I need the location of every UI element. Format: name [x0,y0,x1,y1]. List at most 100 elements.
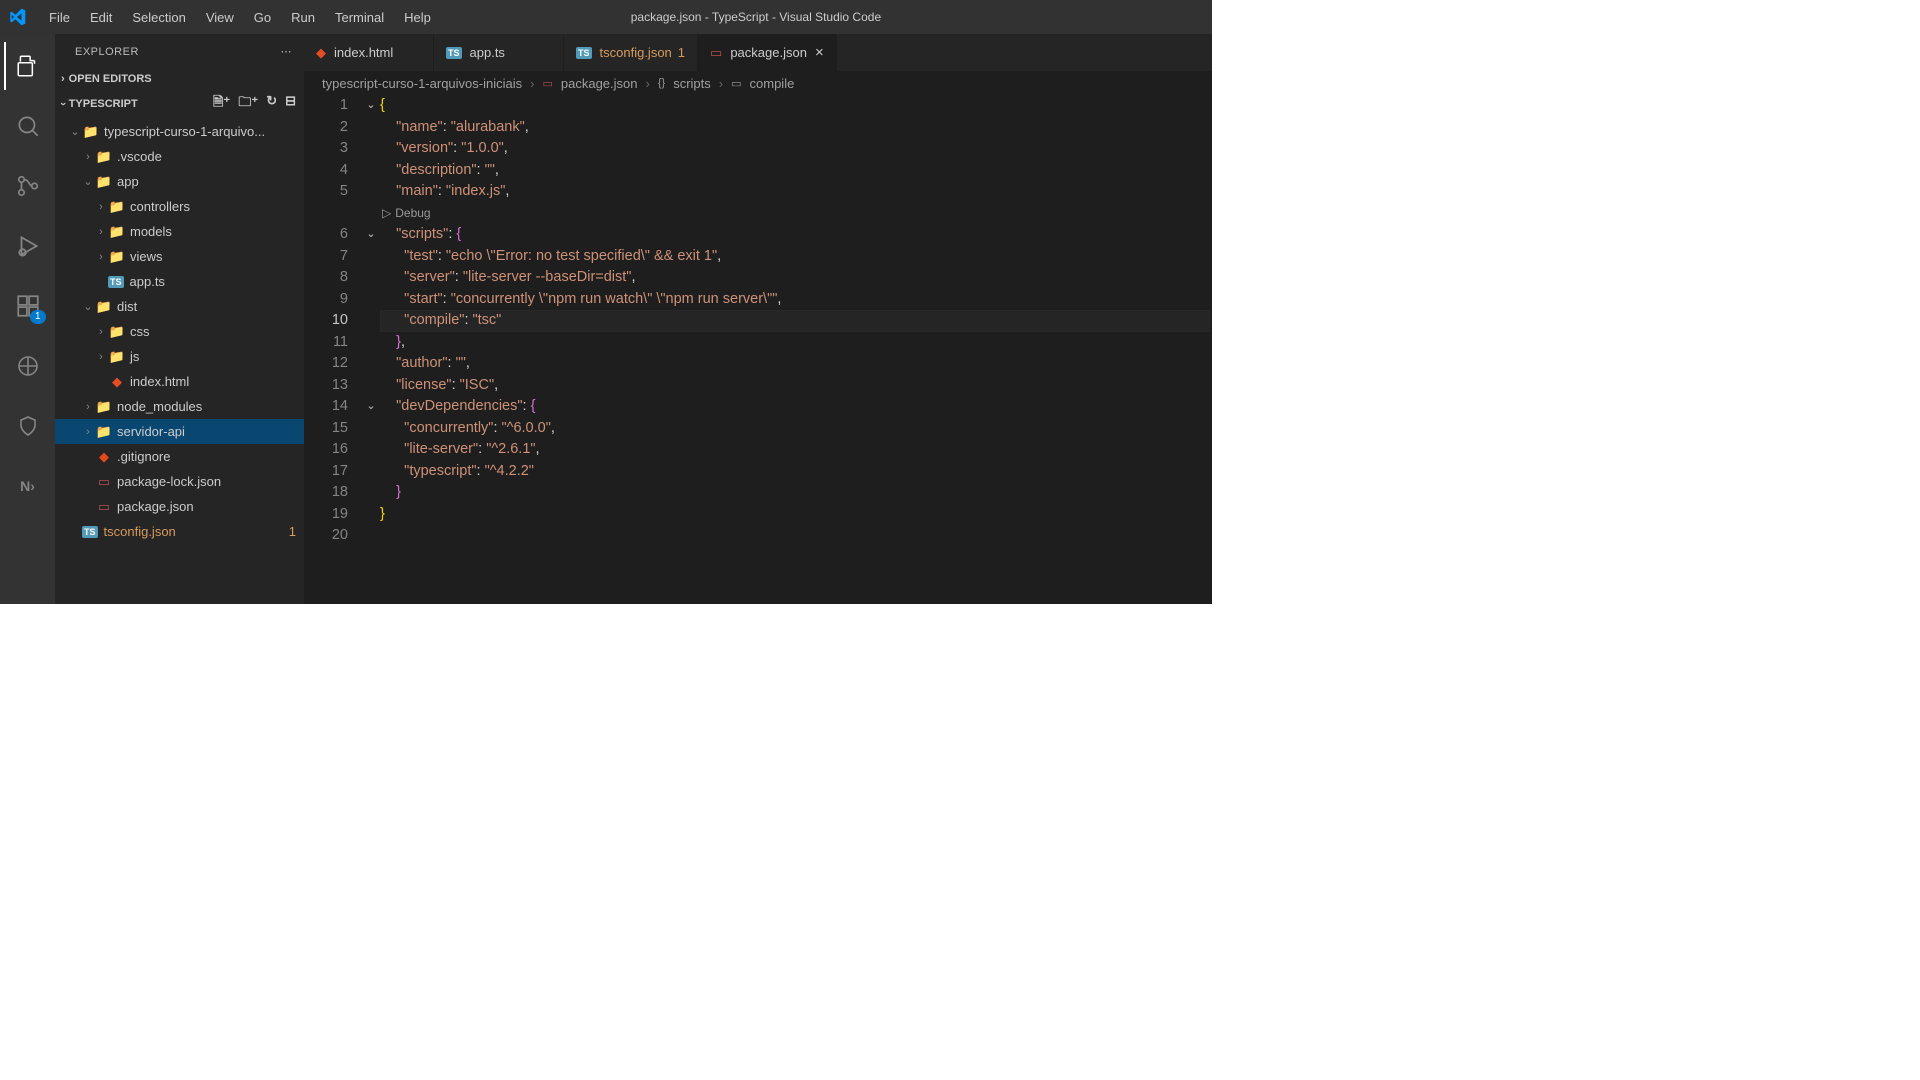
editor-tab[interactable]: ◆index.html [304,34,434,71]
line-number: 5 [304,181,348,203]
code-line[interactable]: "typescript": "^4.2.2" [380,461,1212,483]
code-line[interactable]: "compile": "tsc" [380,310,1210,332]
fold-icon[interactable]: ⌄ [362,95,380,117]
crumb-segment[interactable]: scripts [673,76,711,91]
file-icon: 📁 [95,299,113,315]
tree-item[interactable]: ⌄📁app [55,169,304,194]
tree-item[interactable]: ›📁css [55,319,304,344]
code-line[interactable]: "lite-server": "^2.6.1", [380,439,1212,461]
fold-spacer [362,267,380,289]
file-icon: 📁 [95,149,113,165]
code-line[interactable]: "devDependencies": { [380,396,1212,418]
menu-selection[interactable]: Selection [123,5,194,30]
chevron-right-icon: › [719,76,723,91]
workspace-actions: 🗎⁺ 🗀⁺ ↻ ⊟ [213,93,296,115]
tree-item[interactable]: ▭package.json [55,494,304,519]
editor-tab[interactable]: TSapp.ts [434,34,564,71]
menu-help[interactable]: Help [395,5,440,30]
tree-item[interactable]: ▭package-lock.json [55,469,304,494]
tab-label: package.json [730,45,807,60]
code-editor[interactable]: 1234567891011121314151617181920 ⌄⌄⌄ { "n… [304,95,1212,604]
run-debug-icon[interactable] [4,222,52,270]
tree-item[interactable]: ›📁models [55,219,304,244]
collapse-icon[interactable]: ⊟ [285,93,296,115]
tree-label: app.ts [130,274,165,289]
breadcrumb[interactable]: typescript-curso-1-arquivos-iniciais›▭pa… [304,71,1212,95]
tree-label: css [130,324,150,339]
code-line[interactable]: }, [380,332,1212,354]
tree-item[interactable]: TStsconfig.json1 [55,519,304,544]
open-editors-section[interactable]: › OPEN EDITORS [55,69,304,89]
close-icon[interactable]: × [815,44,824,61]
debug-codelens[interactable]: ▷Debug [380,203,1212,225]
code-line[interactable]: } [380,482,1212,504]
fold-spacer [362,117,380,139]
more-icon[interactable]: ⋯ [281,45,293,58]
code-line[interactable]: "author": "", [380,353,1212,375]
tree-item[interactable]: ⌄📁typescript-curso-1-arquivo... [55,119,304,144]
menu-edit[interactable]: Edit [81,5,121,30]
code-line[interactable]: { [380,95,1212,117]
tree-item[interactable]: TSapp.ts [55,269,304,294]
editor-tab[interactable]: TStsconfig.json1 [564,34,698,71]
chevron-right-icon: › [646,76,650,91]
code-line[interactable]: "main": "index.js", [380,181,1212,203]
search-icon[interactable] [4,102,52,150]
chevron-right-icon: › [94,201,108,213]
code-line[interactable]: "server": "lite-server --baseDir=dist", [380,267,1212,289]
crumb-segment[interactable]: typescript-curso-1-arquivos-iniciais [322,76,522,91]
modified-badge: 1 [289,524,296,539]
tree-item[interactable]: ◆.gitignore [55,444,304,469]
menu-file[interactable]: File [40,5,79,30]
code-line[interactable]: "concurrently": "^6.0.0", [380,418,1212,440]
new-folder-icon[interactable]: 🗀⁺ [238,93,258,115]
line-number: 18 [304,482,348,504]
editor-area: ◆index.htmlTSapp.tsTStsconfig.json1 ▭ pack… [304,34,1212,604]
code-line[interactable]: "test": "echo \"Error: no test specified… [380,246,1212,268]
menu-go[interactable]: Go [245,5,280,30]
tree-item[interactable]: ›📁views [55,244,304,269]
code-line[interactable]: "description": "", [380,160,1212,182]
chevron-down-icon: ⌄ [68,125,82,138]
fold-icon[interactable]: ⌄ [362,396,380,418]
fold-spacer [362,160,380,182]
tree-item[interactable]: ›📁js [55,344,304,369]
code-line[interactable]: "scripts": { [380,224,1212,246]
code-line[interactable]: "name": "alurabank", [380,117,1212,139]
code-line[interactable]: "license": "ISC", [380,375,1212,397]
menu-view[interactable]: View [197,5,243,30]
fold-icon[interactable]: ⌄ [362,224,380,246]
code-line[interactable]: "start": "concurrently \"npm run watch\"… [380,289,1212,311]
editor-tab[interactable]: ▭ package.json × [698,34,837,71]
menu-terminal[interactable]: Terminal [326,5,393,30]
code-line[interactable]: } [380,504,1212,526]
line-number: 4 [304,160,348,182]
tree-item[interactable]: ⌄📁dist [55,294,304,319]
source-control-icon[interactable] [4,162,52,210]
fold-spacer [362,181,380,203]
tab-file-icon: ▭ [710,45,722,61]
code-content[interactable]: { "name": "alurabank", "version": "1.0.0… [380,95,1212,604]
code-line[interactable]: "version": "1.0.0", [380,138,1212,160]
explorer-icon[interactable] [4,42,52,90]
fold-gutter: ⌄ ⌄ ⌄ [362,95,380,604]
nx-icon[interactable]: N› [4,462,52,510]
testing-icon[interactable] [4,402,52,450]
tree-item[interactable]: ◆index.html [55,369,304,394]
extensions-icon[interactable]: 1 [4,282,52,330]
tree-item[interactable]: ›📁node_modules [55,394,304,419]
line-number: 8 [304,267,348,289]
crumb-segment[interactable]: package.json [561,76,638,91]
tree-item[interactable]: ›📁.vscode [55,144,304,169]
new-file-icon[interactable]: 🗎⁺ [213,93,230,115]
tree-item[interactable]: ›📁controllers [55,194,304,219]
workspace-section[interactable]: › TYPESCRIPT 🗎⁺ 🗀⁺ ↻ ⊟ [55,89,304,119]
menu-bar: FileEditSelectionViewGoRunTerminalHelp [34,5,440,30]
refresh-icon[interactable]: ↻ [266,93,277,115]
menu-run[interactable]: Run [282,5,324,30]
tree-item[interactable]: ›📁servidor-api [55,419,304,444]
remote-icon[interactable] [4,342,52,390]
code-line[interactable] [380,525,1212,547]
crumb-segment[interactable]: compile [750,76,795,91]
chevron-right-icon: › [81,401,95,413]
